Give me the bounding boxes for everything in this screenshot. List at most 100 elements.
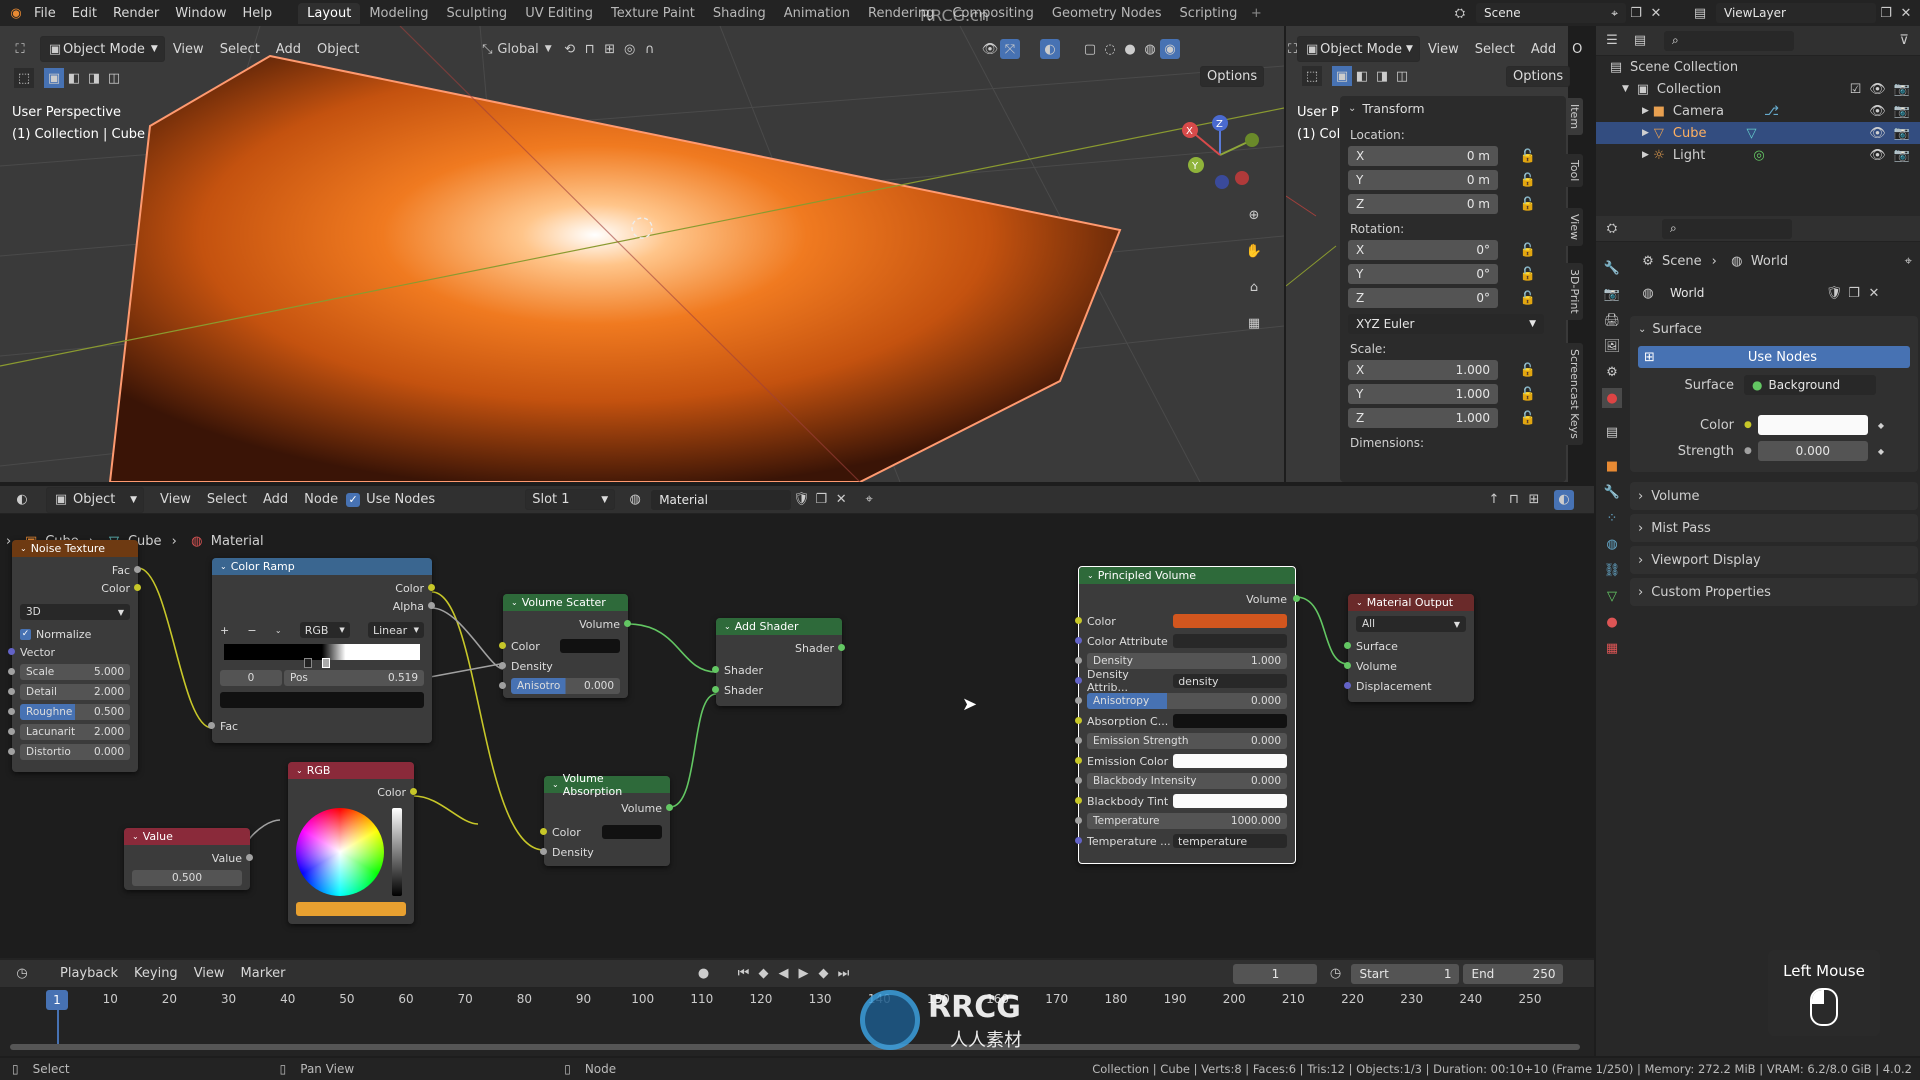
rendered-shading-icon[interactable]: ◉ (1160, 39, 1180, 59)
tab-animation[interactable]: Animation (775, 3, 859, 24)
eye-icon[interactable]: 👁 (1869, 148, 1886, 163)
gizmo-icon[interactable]: ⤧ (1000, 39, 1020, 59)
viewport-options-button[interactable]: Options (1200, 66, 1265, 87)
transform-panel-header[interactable]: ⌄ Transform (1340, 96, 1566, 120)
mist-pass-panel[interactable]: › Mist Pass (1630, 514, 1918, 542)
surface-panel-header[interactable]: ⌄ Surface (1630, 316, 1918, 342)
roughness-field[interactable]: Roughne 0.500 (20, 704, 130, 720)
next-keyframe-icon[interactable]: ◆ (813, 964, 833, 984)
play-reverse-icon[interactable]: ◀ (773, 964, 793, 984)
pivot-icon[interactable]: ⟲ (560, 39, 580, 59)
background-color-swatch[interactable] (1757, 415, 1868, 435)
eye-icon[interactable]: 👁 (1869, 82, 1886, 97)
viewlayer-field[interactable]: ViewLayer (1716, 3, 1876, 23)
outliner-collection[interactable]: ▼ ▣ Collection ☑ 👁 📷 (1596, 78, 1920, 100)
rotation-z-field[interactable]: Z 0° (1348, 288, 1498, 308)
outliner-item-light[interactable]: ▶ ☼ Light ◎ 👁 📷 (1596, 144, 1920, 166)
tab-sculpting[interactable]: Sculpting (437, 3, 516, 24)
emission-color-swatch[interactable] (1173, 754, 1287, 768)
normalize-checkbox-row[interactable]: ✓ Normalize (20, 626, 130, 642)
transform-orientation[interactable]: ⤡ Global ▼ (477, 39, 552, 59)
scale-z-field[interactable]: Z 1.000 (1348, 408, 1498, 428)
node-rgb[interactable]: ⌄ RGB Color (288, 762, 417, 924)
camera-view-icon[interactable]: ⌂ (1244, 277, 1264, 297)
absorption-color-swatch[interactable] (1173, 714, 1287, 728)
camera-data-icon[interactable]: ⎇ (1764, 104, 1779, 119)
viewport2-menu-add[interactable]: Add (1523, 42, 1564, 57)
socket-input-blackbody-tint[interactable] (1075, 797, 1082, 804)
particles-tab-icon[interactable]: ⁘ (1602, 508, 1622, 528)
checkbox-icon[interactable]: ☑ (1850, 82, 1862, 97)
chevron-right-icon[interactable]: ▶ (1642, 150, 1649, 160)
display-mode-icon[interactable]: ▤ (1630, 31, 1650, 51)
fake-user-icon[interactable]: 🛡 (1824, 283, 1844, 303)
socket-input-roughness[interactable] (8, 708, 15, 715)
duplicate-icon[interactable]: ❐ (1844, 283, 1864, 303)
tab-screencast-keys[interactable]: Screencast Keys (1566, 343, 1583, 445)
select-extend-icon[interactable]: ◧ (64, 68, 84, 88)
location-x-field[interactable]: X0 m (1348, 146, 1498, 166)
snap-icon[interactable]: ⊓ (580, 39, 600, 59)
mesh-data-icon[interactable]: ▽ (1747, 126, 1757, 141)
surface-shader-field[interactable]: ● Background (1744, 375, 1876, 395)
remove-stop-icon[interactable]: − (247, 624, 256, 637)
node-volume-absorption[interactable]: ⌄ Volume Absorption Volume Color Density (540, 772, 673, 866)
pin-icon[interactable]: ⌖ (1905, 254, 1912, 269)
density-field[interactable]: Density 1.000 (1087, 653, 1287, 669)
node-volume-scatter[interactable]: ⌄ Volume Scatter Volume Color Density Ani… (499, 594, 631, 698)
scale-field[interactable]: Scale 5.000 (20, 664, 130, 680)
socket-input-shader-2[interactable] (712, 686, 719, 693)
value-field[interactable]: 0.500 (132, 870, 242, 886)
select-subtract-icon[interactable]: ◨ (84, 68, 104, 88)
principled-color-swatch[interactable] (1173, 614, 1287, 628)
blender-logo-icon[interactable]: ◉ (6, 3, 26, 23)
ramp-stop-handle[interactable] (322, 658, 330, 668)
lock-icon[interactable]: 🔓 (1518, 384, 1538, 404)
socket-input-anisotropy[interactable] (499, 682, 506, 689)
socket-input-distortion[interactable] (8, 748, 15, 755)
rgb-color-swatch[interactable] (296, 902, 406, 916)
select-intersect-icon[interactable]: ◫ (1392, 66, 1412, 86)
volume-panel[interactable]: › Volume (1630, 482, 1918, 510)
anisotropy-field[interactable]: Anisotropy 0.000 (1087, 693, 1287, 709)
socket-input-density-attribute[interactable] (1075, 677, 1082, 684)
socket-output-volume[interactable] (624, 620, 631, 627)
brightness-slider[interactable] (392, 808, 402, 896)
socket-input-color[interactable] (1075, 617, 1082, 624)
interpolation-dropdown[interactable]: Linear ▼ (367, 622, 424, 638)
timeline-menu-keying[interactable]: Keying (126, 966, 186, 981)
zoom-icon[interactable]: ⊕ (1244, 205, 1264, 225)
pin-icon[interactable]: ⌖ (1611, 6, 1618, 21)
add-workspace-icon[interactable]: + (1246, 3, 1266, 23)
mode-dropdown[interactable]: ▣ Object Mode ▼ (40, 36, 165, 62)
node-noise-texture[interactable]: ⌄ Noise Texture Fac Color 3D ▼ ✓ Normalize … (8, 540, 141, 772)
socket-input-temperature[interactable] (1075, 817, 1082, 824)
socket-output-shader[interactable] (838, 644, 845, 651)
proportional-edit-icon[interactable]: ◎ (620, 39, 640, 59)
mode-dropdown-2[interactable]: ▣ Object Mode ▼ (1297, 36, 1420, 62)
timeline-menu-marker[interactable]: Marker (233, 966, 294, 981)
lock-icon[interactable]: 🔓 (1518, 146, 1538, 166)
material-tab-icon[interactable]: ● (1602, 612, 1622, 632)
detail-field[interactable]: Detail 2.000 (20, 684, 130, 700)
socket-output-volume[interactable] (1293, 595, 1300, 602)
jump-start-icon[interactable]: ⏮ (733, 964, 753, 984)
scatter-color-swatch[interactable] (560, 639, 620, 653)
tab-layout[interactable]: Layout (298, 2, 361, 24)
select-new-icon[interactable]: ▣ (1332, 66, 1352, 86)
animate-dot-icon[interactable]: ◆ (1878, 421, 1884, 430)
socket-input-color[interactable] (499, 642, 506, 649)
lock-icon[interactable]: 🔓 (1518, 264, 1538, 284)
socket-input-blackbody-intensity[interactable] (1075, 777, 1082, 784)
socket-input-color[interactable] (540, 828, 547, 835)
filter-icon[interactable]: ⊽ (1894, 31, 1914, 51)
start-frame-field[interactable]: Start 1 (1351, 963, 1460, 984)
scene-close-icon[interactable]: ✕ (1646, 3, 1666, 23)
playhead[interactable]: 1 (46, 990, 68, 1010)
play-icon[interactable]: ▶ (793, 964, 813, 984)
select-tool-icon[interactable]: ⬚ (1302, 66, 1322, 86)
socket-input-emission-color[interactable] (1075, 757, 1082, 764)
viewlayer-close-icon[interactable]: ✕ (1896, 3, 1916, 23)
scale-x-field[interactable]: X 1.000 (1348, 360, 1498, 380)
custom-properties-panel[interactable]: › Custom Properties (1630, 578, 1918, 606)
